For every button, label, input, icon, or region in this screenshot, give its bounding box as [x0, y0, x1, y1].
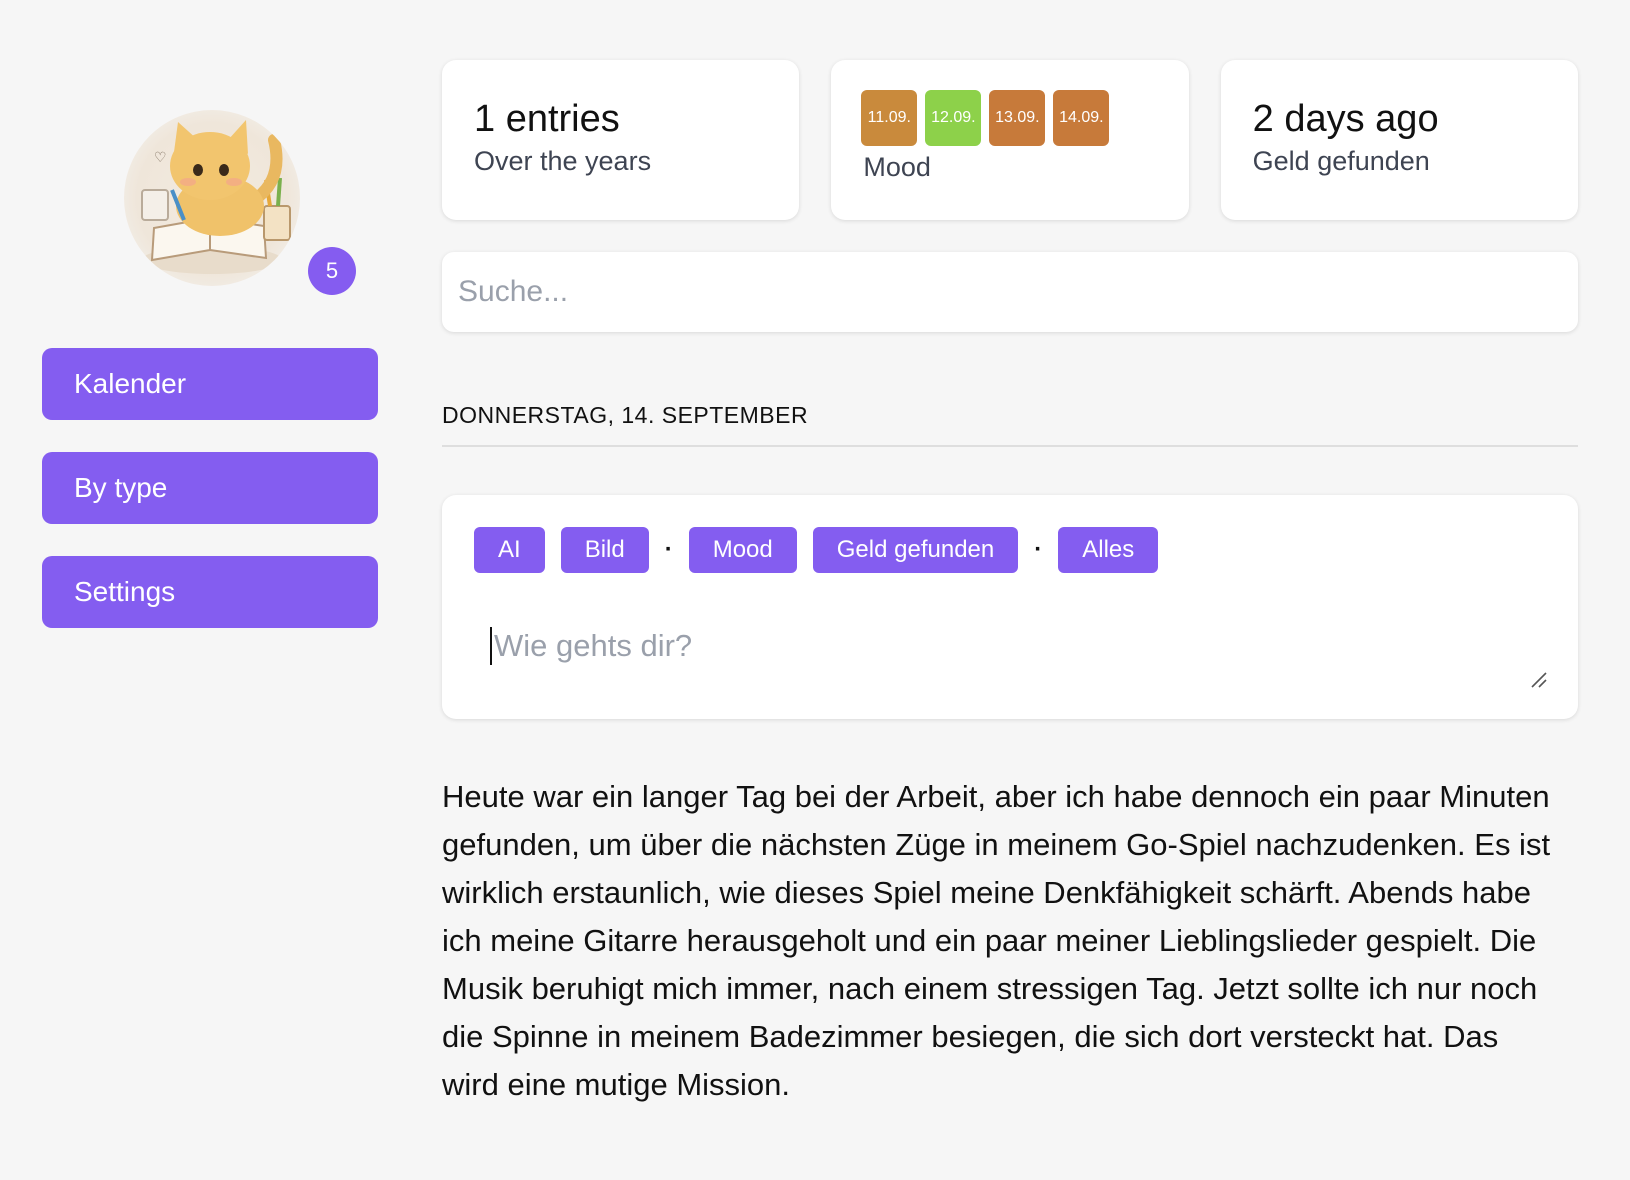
- last-entry-time: 2 days ago: [1252, 98, 1439, 140]
- tag-row: AI Bild · Mood Geld gefunden · Alles: [474, 527, 1546, 573]
- tag-separator: ·: [1034, 536, 1043, 563]
- mood-chip[interactable]: 14.09.: [1053, 90, 1110, 146]
- mood-card: 11.09. 12.09. 13.09. 14.09. Mood: [831, 60, 1189, 220]
- tag-alles-button[interactable]: Alles: [1058, 527, 1159, 573]
- tag-ai-button[interactable]: AI: [474, 527, 545, 573]
- mood-chip[interactable]: 12.09.: [925, 90, 982, 146]
- sidebar-item-by-type[interactable]: By type: [42, 452, 378, 524]
- notification-badge: 5: [308, 247, 356, 295]
- tag-separator: ·: [664, 536, 673, 563]
- mood-chip[interactable]: 13.09.: [989, 90, 1046, 146]
- tag-geld-gefunden-button[interactable]: Geld gefunden: [812, 527, 1019, 573]
- last-entry-card: 2 days ago Geld gefunden: [1220, 60, 1578, 220]
- main-content: 1 entries Over the years 11.09. 12.09. 1…: [442, 60, 1578, 1109]
- entry-textarea[interactable]: Wie gehts dir?: [490, 627, 692, 665]
- entry-text: Heute war ein langer Tag bei der Arbeit,…: [442, 779, 1551, 1102]
- avatar[interactable]: ♡: [124, 110, 300, 286]
- tag-mood-button[interactable]: Mood: [688, 527, 797, 573]
- search-input[interactable]: Suche...: [442, 252, 1578, 332]
- day-heading: DONNERSTAG, 14. SEPTEMBER: [442, 402, 1578, 447]
- avatar-container: ♡ 5: [124, 100, 356, 295]
- resize-handle-icon[interactable]: [1530, 671, 1548, 689]
- stats-cards: 1 entries Over the years 11.09. 12.09. 1…: [442, 60, 1578, 220]
- last-entry-type: Geld gefunden: [1252, 146, 1430, 176]
- svg-text:♡: ♡: [154, 150, 167, 166]
- tag-bild-button[interactable]: Bild: [560, 527, 649, 573]
- entry-composer: AI Bild · Mood Geld gefunden · Alles Wie…: [442, 495, 1578, 719]
- sidebar-nav: Kalender By type Settings: [42, 348, 378, 660]
- entries-subtitle: Over the years: [474, 146, 652, 176]
- sidebar-item-settings[interactable]: Settings: [42, 556, 378, 628]
- mood-label: Mood: [863, 152, 931, 182]
- cat-illustration-icon: ♡: [141, 120, 291, 274]
- mood-chips: 11.09. 12.09. 13.09. 14.09.: [861, 90, 1156, 146]
- entries-count: 1 entries: [474, 98, 620, 140]
- entries-card: 1 entries Over the years: [442, 60, 800, 220]
- mood-chip[interactable]: 11.09.: [861, 90, 918, 146]
- sidebar-item-kalender[interactable]: Kalender: [42, 348, 378, 420]
